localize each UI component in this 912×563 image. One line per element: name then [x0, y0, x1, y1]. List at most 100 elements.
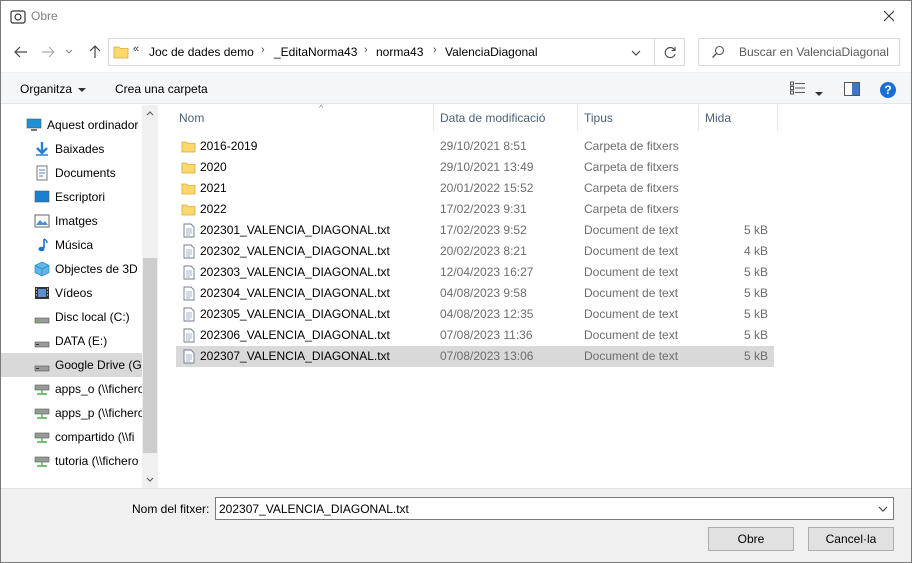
- sidebar-item-local-disk-c[interactable]: Disc local (C:): [1, 305, 142, 329]
- breadcrumb-overflow[interactable]: «: [133, 43, 139, 55]
- sidebar-item-label: Baixades: [55, 142, 105, 156]
- file-row[interactable]: 202303_VALENCIA_DIAGONAL.txt 12/04/2023 1…: [176, 262, 774, 283]
- sidebar-item-apps-p[interactable]: apps_p (\\fichero: [1, 401, 142, 425]
- preview-pane-button[interactable]: [844, 82, 860, 99]
- pictures-icon: [34, 214, 50, 228]
- file-row[interactable]: 202305_VALENCIA_DIAGONAL.txt 04/08/2023 1…: [176, 304, 774, 325]
- file-name: 202304_VALENCIA_DIAGONAL.txt: [200, 286, 390, 300]
- organize-menu[interactable]: Organitza: [20, 82, 87, 96]
- column-divider[interactable]: [698, 105, 699, 131]
- column-header-date[interactable]: Data de modificació: [440, 105, 545, 131]
- sidebar-scrollbar[interactable]: [142, 105, 158, 488]
- up-button[interactable]: [84, 40, 106, 64]
- file-date: 20/01/2022 15:52: [440, 181, 534, 195]
- scroll-down-button[interactable]: [142, 471, 158, 488]
- sidebar-item-downloads[interactable]: Baixades: [1, 137, 142, 161]
- sidebar-item-desktop[interactable]: Escriptori: [1, 185, 142, 209]
- caret-down-icon: [78, 87, 87, 92]
- file-row[interactable]: 202307_VALENCIA_DIAGONAL.txt 07/08/2023 1…: [176, 346, 774, 367]
- column-header-type[interactable]: Tipus: [584, 105, 613, 131]
- file-date: 07/08/2023 13:06: [440, 349, 534, 363]
- address-bar[interactable]: « Joc de dades demo › _EditaNorma43 › no…: [108, 38, 685, 66]
- file-size: 5 kB: [743, 349, 768, 363]
- open-button[interactable]: Obre: [708, 527, 794, 551]
- sidebar-item-documents[interactable]: Documents: [1, 161, 142, 185]
- text-file-icon: [183, 328, 195, 343]
- breadcrumb-item[interactable]: Joc de dades demo: [149, 45, 254, 59]
- sidebar-item-compartido[interactable]: compartido (\\fi: [1, 425, 142, 449]
- breadcrumb-item[interactable]: ValenciaDiagonal: [445, 45, 538, 59]
- file-row[interactable]: 202302_VALENCIA_DIAGONAL.txt 20/02/2023 8…: [176, 241, 774, 262]
- view-options-button[interactable]: [815, 86, 823, 100]
- new-folder-button[interactable]: Crea una carpeta: [115, 82, 208, 96]
- organize-label: Organitza: [20, 82, 73, 96]
- close-button[interactable]: [867, 1, 911, 31]
- file-row[interactable]: 202301_VALENCIA_DIAGONAL.txt 17/02/2023 9…: [176, 220, 774, 241]
- network-drive-icon: [34, 384, 50, 395]
- view-list-icon: [790, 81, 805, 95]
- file-row[interactable]: 2016-2019 29/10/2021 8:51 Carpeta de fitxe…: [176, 136, 774, 157]
- sidebar-item-this-pc[interactable]: Aquest ordinador: [1, 113, 142, 137]
- file-name: 202305_VALENCIA_DIAGONAL.txt: [200, 307, 390, 321]
- chevron-down-icon[interactable]: [877, 503, 889, 515]
- cancel-button[interactable]: Cancel·la: [808, 527, 894, 551]
- help-button[interactable]: ?: [880, 82, 896, 98]
- refresh-button[interactable]: [654, 39, 685, 65]
- breadcrumb-separator-icon[interactable]: ›: [261, 44, 265, 56]
- dialog-footer: Nom del fitxer: 202307_VALENCIA_DIAGONAL…: [1, 488, 911, 562]
- file-date: 17/02/2023 9:52: [440, 223, 527, 237]
- sidebar-item-videos[interactable]: Vídeos: [1, 281, 142, 305]
- sidebar-item-apps-o[interactable]: apps_o (\\fichero: [1, 377, 142, 401]
- sidebar-item-label: Documents: [55, 166, 116, 180]
- forward-button[interactable]: [37, 40, 59, 64]
- app-icon: [10, 10, 26, 24]
- chevron-down-icon: [65, 49, 73, 54]
- file-type: Carpeta de fitxers: [584, 160, 679, 174]
- folder-icon: [181, 141, 196, 153]
- file-name: 2020: [200, 160, 227, 174]
- column-divider[interactable]: [433, 105, 434, 131]
- file-row[interactable]: 2021 20/01/2022 15:52 Carpeta de fitxers: [176, 178, 774, 199]
- sidebar-item-label: tutoria (\\fichero: [55, 454, 139, 468]
- recent-locations-button[interactable]: [62, 40, 76, 64]
- file-row[interactable]: 202304_VALENCIA_DIAGONAL.txt 04/08/2023 9…: [176, 283, 774, 304]
- filename-value: 202307_VALENCIA_DIAGONAL.txt: [219, 502, 409, 516]
- sidebar-item-tutoria[interactable]: tutoria (\\fichero: [1, 449, 142, 473]
- file-row[interactable]: 202306_VALENCIA_DIAGONAL.txt 07/08/2023 1…: [176, 325, 774, 346]
- sidebar-item-label: Música: [55, 238, 94, 252]
- 3d-objects-icon: [34, 261, 50, 277]
- text-file-icon: [183, 307, 195, 322]
- search-box[interactable]: Buscar en ValenciaDiagonal: [698, 38, 900, 66]
- drive-icon: [34, 341, 50, 348]
- breadcrumb-separator-icon[interactable]: ›: [364, 44, 368, 56]
- breadcrumb-item[interactable]: _EditaNorma43: [274, 45, 357, 59]
- file-row[interactable]: 2020 29/10/2021 13:49 Carpeta de fitxers: [176, 157, 774, 178]
- scroll-thumb[interactable]: [143, 258, 157, 453]
- column-divider[interactable]: [577, 105, 578, 131]
- column-divider[interactable]: [777, 105, 778, 131]
- change-view-button[interactable]: [790, 81, 806, 98]
- file-row[interactable]: 2022 17/02/2023 9:31 Carpeta de fitxers: [176, 199, 774, 220]
- desktop-icon: [34, 190, 50, 203]
- address-dropdown-icon[interactable]: [629, 46, 643, 60]
- file-type: Document de text: [584, 349, 679, 363]
- breadcrumb-item[interactable]: norma43: [376, 45, 423, 59]
- file-date: 29/10/2021 13:49: [440, 160, 534, 174]
- column-header-label: Nom: [179, 111, 205, 125]
- text-file-icon: [183, 349, 195, 364]
- chevron-down-icon: [146, 477, 154, 482]
- sidebar-item-3d-objects[interactable]: Objectes de 3D: [1, 257, 142, 281]
- caret-down-icon: [815, 91, 823, 96]
- filename-input[interactable]: 202307_VALENCIA_DIAGONAL.txt: [215, 497, 894, 520]
- breadcrumb-separator-icon[interactable]: ›: [433, 44, 437, 56]
- sidebar-item-google-drive[interactable]: Google Drive (G:: [1, 353, 142, 377]
- sidebar-item-pictures[interactable]: Imatges: [1, 209, 142, 233]
- sidebar-item-data-e[interactable]: DATA (E:): [1, 329, 142, 353]
- file-name: 202307_VALENCIA_DIAGONAL.txt: [200, 349, 390, 363]
- text-file-icon: [183, 286, 195, 301]
- scroll-up-button[interactable]: [142, 105, 158, 122]
- sidebar-item-music[interactable]: Música: [1, 233, 142, 257]
- column-header-size[interactable]: Mida: [705, 105, 731, 131]
- back-button[interactable]: [10, 40, 32, 64]
- column-header-name[interactable]: Nom ^: [179, 103, 323, 131]
